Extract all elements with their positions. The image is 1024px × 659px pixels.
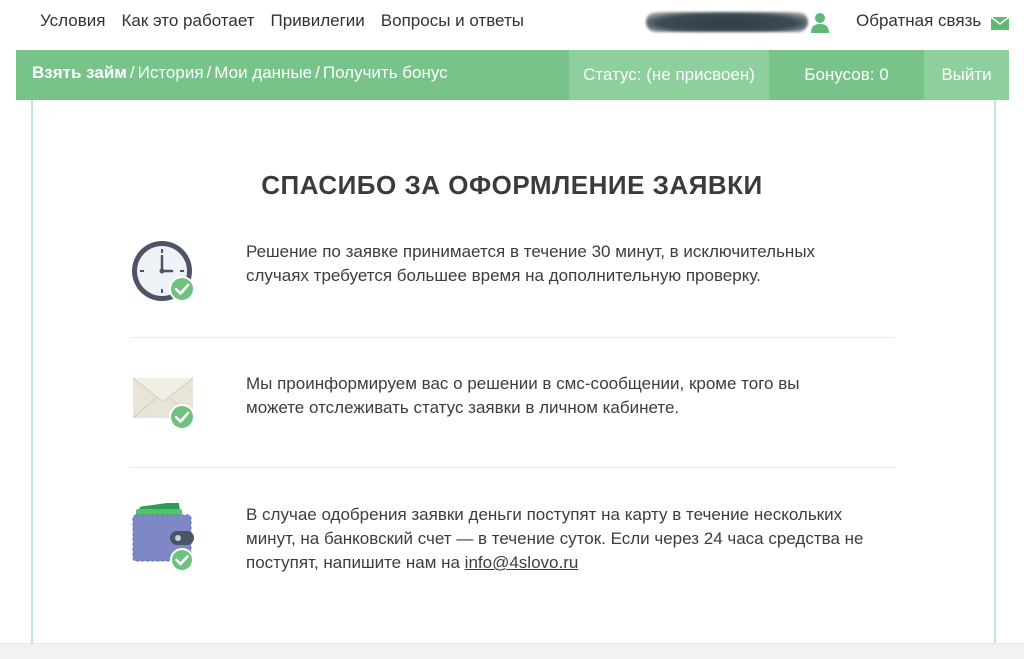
status-badge: Статус: (не присвоен) <box>569 50 769 100</box>
redacted-username <box>646 12 808 32</box>
info-text: Мы проинформируем вас о решении в смс-со… <box>246 372 906 420</box>
nav-link-how-it-works[interactable]: Как это работает <box>121 11 254 31</box>
check-badge-icon <box>169 276 195 302</box>
email-link[interactable]: info@4slovo.ru <box>465 553 579 572</box>
top-nav-links: Условия Как это работает Привилегии Вопр… <box>40 11 524 31</box>
info-line: Мы проинформируем вас о решении в смс-со… <box>246 374 800 393</box>
info-line-prefix: поступят, напишите нам на <box>246 553 465 572</box>
info-line: случаях требуется большее время на допол… <box>246 266 761 285</box>
nav-link-terms[interactable]: Условия <box>40 11 105 31</box>
logout-button[interactable]: Выйти <box>924 50 1009 100</box>
page-title: СПАСИБО ЗА ОФОРМЛЕНИЕ ЗАЯВКИ <box>261 170 763 200</box>
top-nav: Условия Как это работает Привилегии Вопр… <box>0 0 1024 44</box>
bonus-count: Бонусов: 0 <box>769 50 924 100</box>
crumb-history[interactable]: История <box>138 63 204 82</box>
breadcrumb: Взять займ / История / Мои данные / Получить б… <box>32 63 448 83</box>
info-text: В случае одобрения заявки деньги поступя… <box>246 503 906 575</box>
account-bar: Взять займ / История / Мои данные / Получить б… <box>16 50 1009 100</box>
page-bottom-strip <box>0 643 1024 659</box>
info-text: Решение по заявке принимается в течение … <box>246 240 906 288</box>
crumb-separator: / <box>129 63 135 82</box>
info-line: можете отслеживать статус заявки в лично… <box>246 398 680 417</box>
clock-icon <box>132 241 195 302</box>
user-icon[interactable] <box>810 12 830 34</box>
envelope-icon <box>132 377 195 430</box>
divider <box>130 467 895 468</box>
nav-link-privileges[interactable]: Привилегии <box>271 11 365 31</box>
info-line: Решение по заявке принимается в течение … <box>246 242 816 261</box>
info-line: В случае одобрения заявки деньги поступя… <box>246 505 843 524</box>
info-line: минут, на банковский счет — в течение су… <box>246 529 864 548</box>
mail-icon[interactable] <box>991 17 1009 30</box>
crumb-separator: / <box>206 63 212 82</box>
crumb-get-bonus[interactable]: Получить бонус <box>323 63 448 82</box>
wallet-icon <box>132 503 194 572</box>
nav-link-faq[interactable]: Вопросы и ответы <box>381 11 524 31</box>
check-badge-icon <box>170 548 194 572</box>
feedback-link[interactable]: Обратная связь <box>856 11 981 31</box>
crumb-my-data[interactable]: Мои данные <box>214 63 312 82</box>
crumb-separator: / <box>315 63 320 82</box>
crumb-take-loan[interactable]: Взять займ <box>32 63 127 82</box>
divider <box>130 337 895 338</box>
info-line: поступят, напишите нам на info@4slovo.ru <box>246 551 906 575</box>
check-badge-icon <box>169 404 195 430</box>
